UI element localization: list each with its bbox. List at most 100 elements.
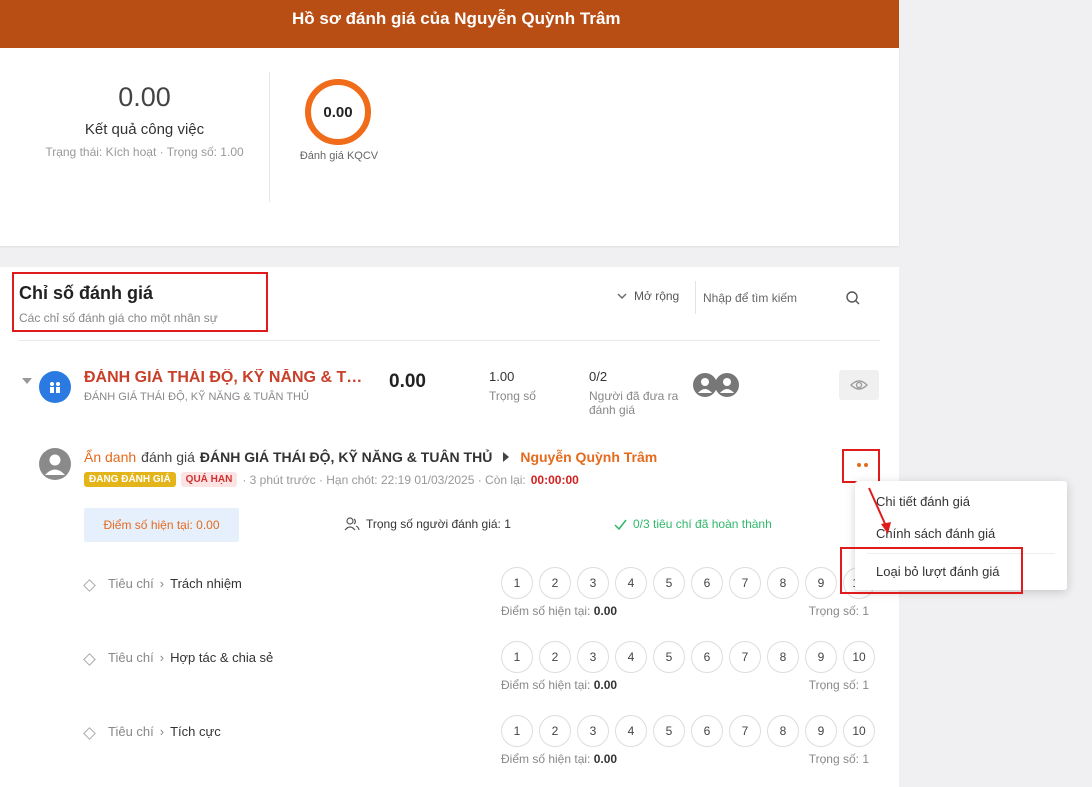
evaluator-weight: Trọng số người đánh giá: 1 <box>344 517 511 531</box>
chevron-down-icon <box>617 293 627 299</box>
evaluation-criterion: ĐÁNH GIÁ THÁI ĐỘ, KỸ NĂNG & TUÂN THỦ <box>199 449 493 465</box>
criteria-panel: Chỉ số đánh giá Các chỉ số đánh giá cho … <box>0 267 899 787</box>
expand-button[interactable]: Mở rộng <box>616 289 679 303</box>
evaluation-status-line: ĐANG ĐÁNH GIÁ QUÁ HẠN · 3 phút trước · H… <box>84 472 579 487</box>
score-option[interactable]: 4 <box>615 567 647 599</box>
more-options-highlight <box>842 449 880 483</box>
evaluator-weight-label: Trọng số người đánh giá: 1 <box>366 517 511 531</box>
score-option[interactable]: 6 <box>691 641 723 673</box>
criteria-row: Tiêu chí › Hợp tác & chia sẻ 1 2 3 4 5 6 7 8 9 10 Đ… <box>0 641 899 722</box>
current-score-label: Điểm số hiện tại: <box>501 604 591 618</box>
score-option[interactable]: 8 <box>767 715 799 747</box>
current-score-box: Điểm số hiện tại: 0.00 <box>84 508 239 542</box>
criteria-row-label: Tiêu chí › Hợp tác & chia sẻ <box>108 650 273 665</box>
score-option[interactable]: 4 <box>615 641 647 673</box>
score-option[interactable]: 8 <box>767 641 799 673</box>
evaluation-time-info: · 3 phút trước · Hạn chót: 22:19 01/03/2… <box>242 472 526 487</box>
diamond-icon <box>83 727 96 740</box>
check-icon <box>614 519 627 530</box>
score-option[interactable]: 3 <box>577 567 609 599</box>
work-result-score: 0.00 <box>118 82 171 112</box>
score-option[interactable]: 1 <box>501 567 533 599</box>
score-option[interactable]: 2 <box>539 567 571 599</box>
criteria-name: Tích cực <box>170 724 221 739</box>
toolbar-separator <box>695 281 696 314</box>
current-score-value: 0.00 <box>593 678 618 692</box>
evaluator-avatars[interactable] <box>692 371 742 399</box>
work-result-label: Kết quả công việc <box>84 121 205 138</box>
score-option[interactable]: 5 <box>653 641 685 673</box>
diamond-icon <box>83 579 96 592</box>
score-option[interactable]: 5 <box>653 567 685 599</box>
annotation-arrow-icon <box>868 487 891 534</box>
overdue-badge: QUÁ HẠN <box>180 472 238 487</box>
collapse-caret-icon[interactable] <box>22 378 32 384</box>
criterion-weight-value: 1.00 <box>489 369 515 384</box>
score-option[interactable]: 3 <box>577 641 609 673</box>
criterion-title[interactable]: ĐÁNH GIÁ THÁI ĐỘ, KỸ NĂNG & TUÂN THỦ <box>84 369 364 387</box>
criterion-subtitle: ĐÁNH GIÁ THÁI ĐỘ, KỸ NĂNG & TUÂN THỦ <box>84 391 309 403</box>
score-option[interactable]: 6 <box>691 715 723 747</box>
evaluation-target[interactable]: Nguyễn Quỳnh Trâm <box>520 449 657 465</box>
chevron-right-icon: › <box>159 576 165 591</box>
score-option[interactable]: 2 <box>539 641 571 673</box>
score-option[interactable]: 8 <box>767 567 799 599</box>
completed-criteria-label: 0/3 tiêu chí đã hoàn thành <box>633 517 772 531</box>
criteria-prefix: Tiêu chí <box>108 724 154 739</box>
section-divider <box>18 340 880 341</box>
criteria-weight: Trọng số: 1 <box>808 604 869 618</box>
score-option[interactable]: 2 <box>539 715 571 747</box>
search-input[interactable] <box>703 286 839 310</box>
criteria-row-label: Tiêu chí › Trách nhiệm <box>108 576 242 591</box>
score-option[interactable]: 7 <box>729 641 761 673</box>
users-icon <box>344 517 360 531</box>
evaluator-name: Ẩn danh <box>84 449 137 465</box>
score-option[interactable]: 6 <box>691 567 723 599</box>
score-option[interactable]: 9 <box>805 641 837 673</box>
score-options: 12345678910 <box>501 567 875 599</box>
criteria-prefix: Tiêu chí <box>108 576 154 591</box>
summary-divider <box>269 72 270 202</box>
score-option[interactable]: 1 <box>501 715 533 747</box>
score-option[interactable]: 10 <box>843 715 875 747</box>
evaluator-avatar <box>39 448 71 480</box>
page-title: Hồ sơ đánh giá của Nguyễn Quỳnh Trâm <box>292 9 621 28</box>
score-option[interactable]: 4 <box>615 715 647 747</box>
group-icon <box>39 371 71 403</box>
current-score-label: Điểm số hiện tại: <box>501 752 591 766</box>
criteria-row-label: Tiêu chí › Tích cực <box>108 724 221 739</box>
score-option[interactable]: 1 <box>501 641 533 673</box>
current-score-value: 0.00 <box>593 752 618 766</box>
criterion-score: 0.00 <box>389 371 426 392</box>
eye-icon <box>850 380 868 390</box>
criteria-row: Tiêu chí › Tích cực 1 2 3 4 5 6 7 8 9 10 Điểm số hi… <box>0 715 899 787</box>
score-option[interactable]: 9 <box>805 567 837 599</box>
summary-card: 0.00 Kết quả công việc Trạng thái: Kích … <box>0 48 899 246</box>
criterion-weight-label: Trọng số <box>489 389 536 403</box>
kqcv-ring: 0.00 <box>305 79 371 145</box>
chevron-right-icon: › <box>159 724 165 739</box>
score-option[interactable]: 7 <box>729 567 761 599</box>
evaluated-label: Người đã đưa ra đánh giá <box>589 389 679 417</box>
score-option[interactable]: 7 <box>729 715 761 747</box>
score-option[interactable]: 5 <box>653 715 685 747</box>
section-title-highlight <box>12 272 268 332</box>
score-option[interactable]: 9 <box>805 715 837 747</box>
criteria-weight: Trọng số: 1 <box>808 678 869 692</box>
criteria-current-score: Điểm số hiện tại: 0.00 <box>501 752 617 766</box>
page-header: Hồ sơ đánh giá của Nguyễn Quỳnh Trâm <box>0 0 899 48</box>
completed-criteria: 0/3 tiêu chí đã hoàn thành <box>614 517 772 531</box>
score-option[interactable]: 10 <box>843 641 875 673</box>
criteria-prefix: Tiêu chí <box>108 650 154 665</box>
diamond-icon <box>83 653 96 666</box>
criteria-weight: Trọng số: 1 <box>808 752 869 766</box>
criteria-name: Trách nhiệm <box>170 576 242 591</box>
search-icon[interactable] <box>845 290 861 306</box>
kqcv-ring-value: 0.00 <box>323 103 353 121</box>
score-option[interactable]: 3 <box>577 715 609 747</box>
remove-item-highlight <box>840 547 1023 594</box>
criteria-name: Hợp tác & chia sẻ <box>170 650 274 665</box>
view-button[interactable] <box>839 370 879 400</box>
current-score-label: Điểm số hiện tại: <box>501 678 591 692</box>
chevron-right-icon: › <box>159 650 165 665</box>
